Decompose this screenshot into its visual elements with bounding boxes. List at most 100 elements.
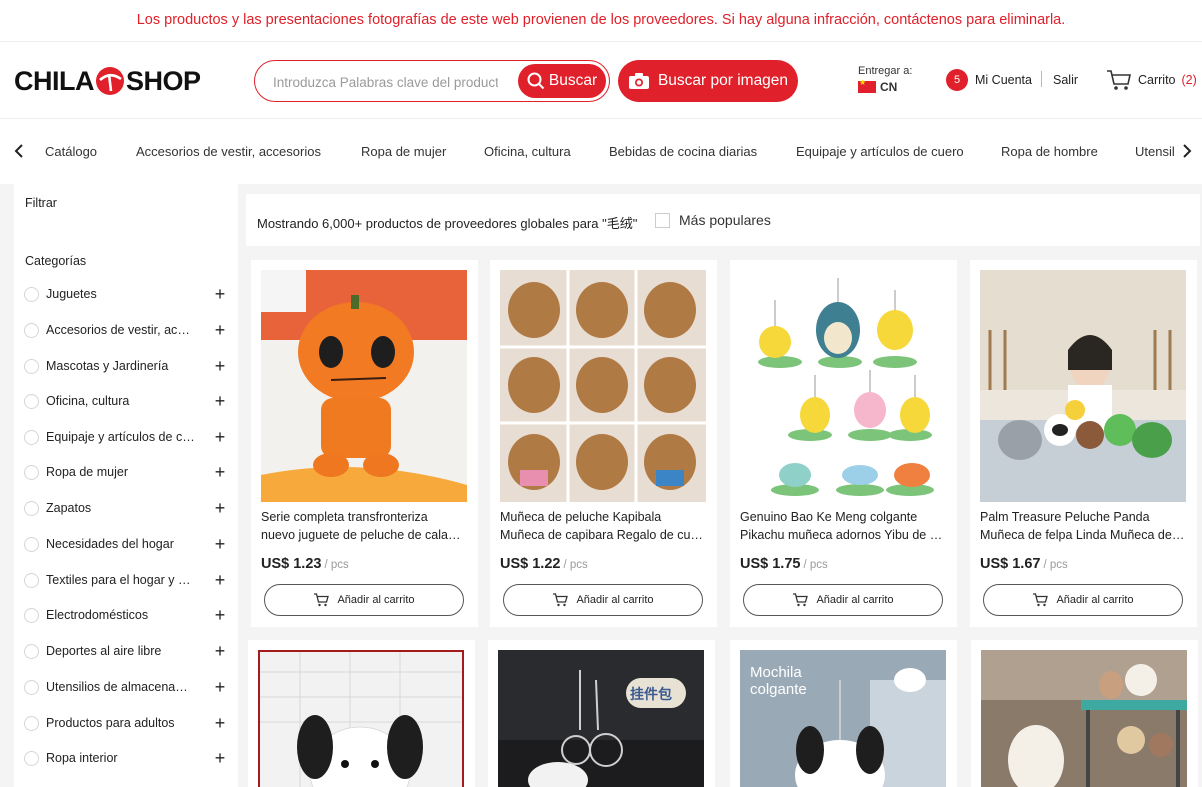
product-title-line: Muñeca de capibara Regalo de cumpleaños — [500, 528, 706, 542]
deliver-country: CN — [880, 80, 898, 94]
results-bar: Mostrando 6,000+ productos de proveedore… — [246, 194, 1200, 246]
product-card[interactable]: 挂件包 — [488, 640, 715, 787]
category-nav-item[interactable]: Ropa de mujer — [361, 144, 446, 159]
category-radio[interactable] — [24, 750, 39, 766]
category-nav-item[interactable]: Ropa de hombre — [1001, 144, 1098, 159]
product-card[interactable] — [971, 640, 1198, 787]
category-radio[interactable] — [24, 393, 39, 409]
chevron-right-icon[interactable] — [1179, 141, 1195, 161]
category-radio[interactable] — [24, 429, 39, 445]
category-radio[interactable] — [24, 715, 39, 731]
sidebar-category-item[interactable]: Electrodomésticos + — [24, 603, 228, 627]
sidebar-category-item[interactable]: Utensilios de almacenamiento + — [24, 675, 228, 699]
category-radio[interactable] — [24, 643, 39, 659]
product-image-capybara-plush[interactable] — [500, 270, 706, 502]
logo-text-right: SHOP — [126, 65, 201, 96]
add-to-cart-button[interactable]: Añadir al carrito — [743, 584, 943, 616]
sidebar-category-item[interactable]: Ropa de mujer + — [24, 460, 228, 484]
category-nav-item[interactable]: Catálogo — [45, 144, 97, 159]
product-image-panda-plush[interactable] — [980, 270, 1186, 502]
cart-link[interactable]: Carrito (2) — [1106, 69, 1197, 91]
sidebar-category-item[interactable]: Accesorios de vestir, accesorios + — [24, 318, 228, 342]
price-unit: / pcs — [324, 559, 349, 571]
expand-plus-icon[interactable]: + — [212, 604, 228, 626]
expand-plus-icon[interactable]: + — [212, 426, 228, 448]
category-radio[interactable] — [24, 286, 39, 302]
expand-plus-icon[interactable]: + — [212, 712, 228, 734]
deliver-to[interactable]: Entregar a: CN — [858, 65, 912, 94]
sidebar-category-item[interactable]: Equipaje y artículos de cuero + — [24, 425, 228, 449]
category-nav-item[interactable]: Equipaje y artículos de cuero — [796, 144, 964, 159]
search-button[interactable]: Buscar — [518, 64, 606, 98]
expand-plus-icon[interactable]: + — [212, 533, 228, 555]
category-nav-item[interactable]: Oficina, cultura — [484, 144, 571, 159]
sidebar-category-item[interactable]: Deportes al aire libre + — [24, 639, 228, 663]
expand-plus-icon[interactable]: + — [212, 461, 228, 483]
category-radio[interactable] — [24, 500, 39, 516]
category-radio[interactable] — [24, 536, 39, 552]
sidebar-category-item[interactable]: Mascotas y Jardinería + — [24, 354, 228, 378]
sidebar-category-item[interactable]: Juguetes + — [24, 282, 228, 306]
product-image-mochila-colgante[interactable]: Mochila colgante — [740, 650, 946, 787]
site-logo[interactable]: CHILA SHOP — [14, 65, 201, 97]
product-card[interactable]: Genuino Bao Ke Meng colgante Pikachu muñ… — [730, 260, 957, 627]
product-card[interactable]: Palm Treasure Peluche Panda Muñeca de fe… — [970, 260, 1197, 627]
product-image-pokemon-keychains[interactable] — [740, 270, 946, 502]
camera-icon — [628, 73, 649, 89]
popular-label[interactable]: Más populares — [679, 212, 771, 228]
chevron-left-icon[interactable] — [11, 141, 27, 161]
search-input[interactable] — [273, 71, 498, 93]
product-image-bag-keychain[interactable]: 挂件包 — [498, 650, 704, 787]
expand-plus-icon[interactable]: + — [212, 355, 228, 377]
add-to-cart-button[interactable]: Añadir al carrito — [983, 584, 1183, 616]
sidebar-category-item[interactable]: Necesidades del hogar + — [24, 532, 228, 556]
expand-plus-icon[interactable]: + — [212, 640, 228, 662]
sidebar-category-item[interactable]: Productos para adultos + — [24, 711, 228, 735]
price-value: US$ 1.75 — [740, 556, 801, 572]
category-radio[interactable] — [24, 607, 39, 623]
product-image-pumpkin-plush[interactable] — [261, 270, 467, 502]
product-image-terrier-plush[interactable] — [981, 650, 1187, 787]
expand-plus-icon[interactable]: + — [212, 497, 228, 519]
logout-link[interactable]: Salir — [1053, 73, 1078, 87]
search-icon — [527, 72, 545, 90]
category-radio[interactable] — [24, 572, 39, 588]
sidebar-category-item[interactable]: Textiles para el hogar y decoración + — [24, 568, 228, 592]
category-label: Mascotas y Jardinería — [46, 359, 169, 373]
image-search-button[interactable]: Buscar por imagen — [618, 60, 798, 102]
account-link[interactable]: Mi Cuenta — [975, 73, 1032, 87]
category-nav-item[interactable]: Accesorios de vestir, accesorios — [136, 144, 321, 159]
expand-plus-icon[interactable]: + — [212, 390, 228, 412]
expand-plus-icon[interactable]: + — [212, 747, 228, 769]
category-radio[interactable] — [24, 464, 39, 480]
sidebar-category-item[interactable]: Ropa interior + — [24, 746, 228, 770]
expand-plus-icon[interactable]: + — [212, 283, 228, 305]
product-title-line: Serie completa transfronteriza — [261, 510, 428, 524]
product-image-dog-plush[interactable] — [258, 650, 464, 787]
expand-plus-icon[interactable]: + — [212, 569, 228, 591]
product-title-line: Muñeca de peluche Kapibala — [500, 510, 662, 524]
header-separator — [1041, 71, 1042, 87]
product-title[interactable]: Palm Treasure Peluche Panda Muñeca de fe… — [980, 508, 1186, 544]
product-title[interactable]: Genuino Bao Ke Meng colgante Pikachu muñ… — [740, 508, 946, 544]
product-card[interactable]: Muñeca de peluche Kapibala Muñeca de cap… — [490, 260, 717, 627]
product-card[interactable] — [248, 640, 475, 787]
category-radio[interactable] — [24, 358, 39, 374]
product-title[interactable]: Serie completa transfronteriza nuevo jug… — [261, 508, 467, 544]
add-to-cart-button[interactable]: Añadir al carrito — [264, 584, 464, 616]
add-to-cart-label: Añadir al carrito — [1056, 594, 1134, 606]
category-radio[interactable] — [24, 322, 39, 338]
product-card[interactable]: Mochila colgante — [730, 640, 957, 787]
add-to-cart-button[interactable]: Añadir al carrito — [503, 584, 703, 616]
popular-checkbox[interactable] — [655, 213, 670, 228]
sidebar-category-item[interactable]: Oficina, cultura + — [24, 389, 228, 413]
product-card[interactable]: Serie completa transfronteriza nuevo jug… — [251, 260, 478, 627]
sidebar-category-item[interactable]: Zapatos + — [24, 496, 228, 520]
search-bar: Buscar — [254, 60, 610, 102]
product-title[interactable]: Muñeca de peluche Kapibala Muñeca de cap… — [500, 508, 706, 544]
category-nav-item[interactable]: Utensilios — [1135, 144, 1175, 159]
expand-plus-icon[interactable]: + — [212, 319, 228, 341]
category-radio[interactable] — [24, 679, 39, 695]
category-nav-item[interactable]: Bebidas de cocina diarias — [609, 144, 757, 159]
expand-plus-icon[interactable]: + — [212, 676, 228, 698]
